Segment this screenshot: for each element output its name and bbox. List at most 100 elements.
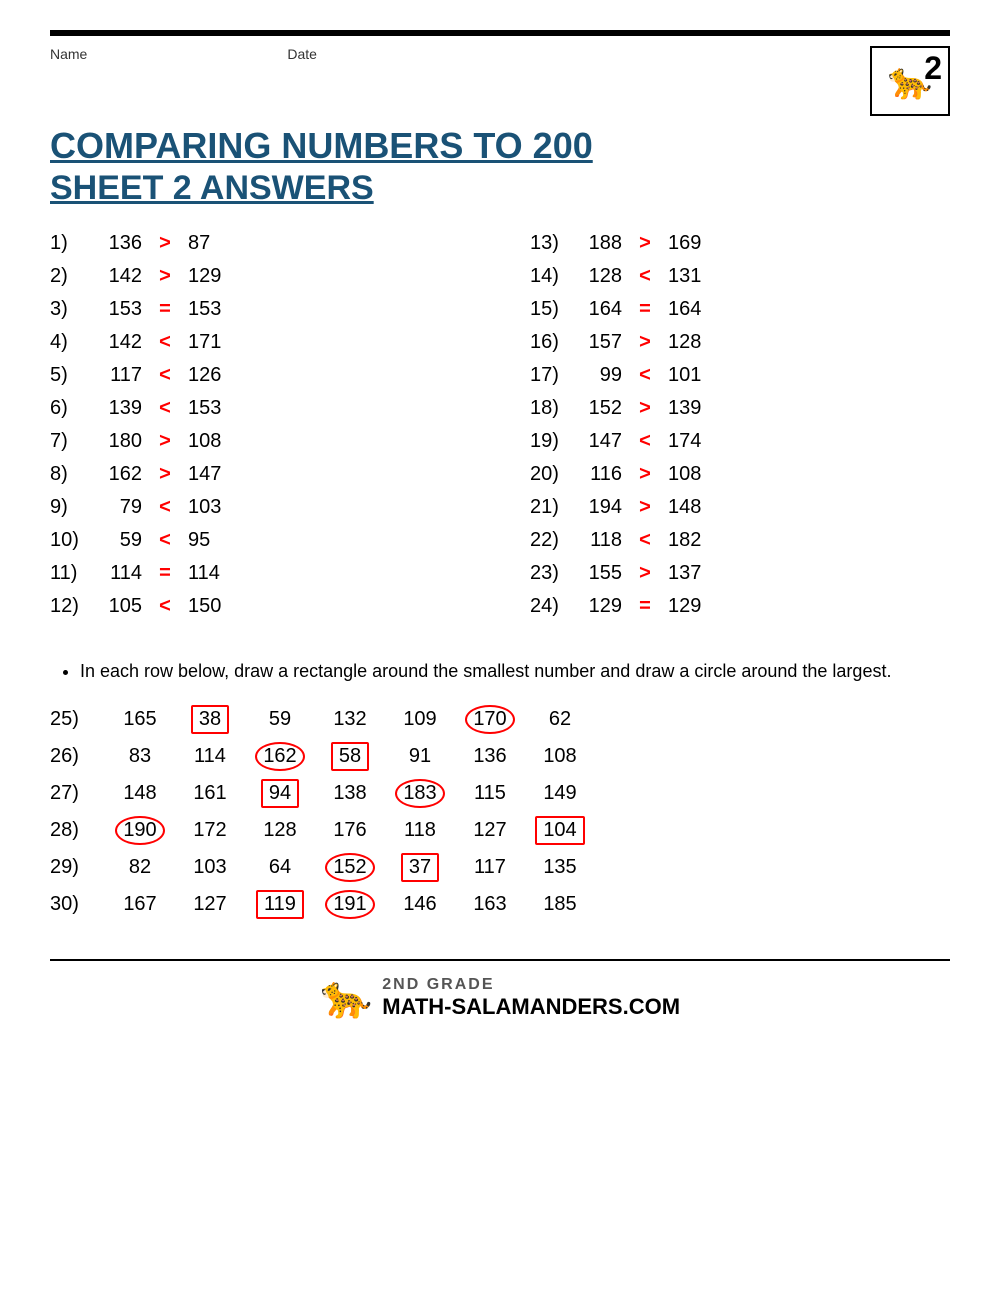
prob-val2: 153: [180, 298, 235, 321]
grid-cell: 163: [455, 893, 525, 916]
grid-cell: 165: [105, 708, 175, 731]
title-line1: COMPARING NUMBERS TO 200: [50, 124, 950, 167]
grid-cell: 148: [105, 782, 175, 805]
prob-val1: 128: [575, 265, 630, 288]
problem-row: 3) 153 = 153: [50, 298, 470, 321]
prob-op: >: [630, 331, 660, 354]
prob-val2: 95: [180, 529, 235, 552]
problem-row: 1) 136 > 87: [50, 232, 470, 255]
date-label: Date: [287, 46, 317, 62]
prob-val2: 129: [660, 595, 715, 618]
name-label: Name: [50, 46, 87, 62]
prob-val1: 142: [95, 265, 150, 288]
prob-val2: 153: [180, 397, 235, 420]
grid-cell: 132: [315, 708, 385, 731]
grid-row: 27)14816194138183115149: [50, 779, 950, 808]
prob-op: =: [630, 595, 660, 618]
prob-val1: 142: [95, 331, 150, 354]
prob-op: <: [630, 430, 660, 453]
prob-num: 17): [530, 364, 575, 387]
prob-val1: 153: [95, 298, 150, 321]
problem-row: 22) 118 < 182: [530, 529, 950, 552]
grid-cell: 118: [385, 819, 455, 842]
problem-row: 7) 180 > 108: [50, 430, 470, 453]
problem-row: 5) 117 < 126: [50, 364, 470, 387]
grid-cell: 152: [315, 853, 385, 882]
problem-row: 18) 152 > 139: [530, 397, 950, 420]
prob-val1: 139: [95, 397, 150, 420]
grid-cell: 138: [315, 782, 385, 805]
prob-num: 23): [530, 562, 575, 585]
prob-val1: 118: [575, 529, 630, 552]
problem-row: 14) 128 < 131: [530, 265, 950, 288]
problem-row: 24) 129 = 129: [530, 595, 950, 618]
grid-cell: 176: [315, 819, 385, 842]
grid-cell: 167: [105, 893, 175, 916]
prob-val2: 150: [180, 595, 235, 618]
grid-cell: 162: [245, 742, 315, 771]
footer-animal: 🐆: [320, 973, 372, 1022]
header: Name Date 🐆 2: [50, 46, 950, 116]
problem-row: 8) 162 > 147: [50, 463, 470, 486]
problem-row: 17) 99 < 101: [530, 364, 950, 387]
left-problems-col: 1) 136 > 87 2) 142 > 129 3) 153 = 153 4)…: [50, 232, 470, 628]
prob-num: 16): [530, 331, 575, 354]
prob-num: 10): [50, 529, 95, 552]
grid-row-num: 29): [50, 856, 105, 879]
top-border: [50, 30, 950, 36]
problem-row: 16) 157 > 128: [530, 331, 950, 354]
grid-row: 29)821036415237117135: [50, 853, 950, 882]
footer-site-text: ATH-SALAMANDERS.COM: [401, 994, 680, 1019]
prob-op: >: [150, 265, 180, 288]
grid-cell: 172: [175, 819, 245, 842]
prob-op: >: [630, 397, 660, 420]
prob-num: 6): [50, 397, 95, 420]
prob-val2: 148: [660, 496, 715, 519]
grid-row-num: 30): [50, 893, 105, 916]
prob-num: 20): [530, 463, 575, 486]
instruction-text: In each row below, draw a rectangle arou…: [80, 661, 891, 681]
prob-num: 1): [50, 232, 95, 255]
problems-section: 1) 136 > 87 2) 142 > 129 3) 153 = 153 4)…: [50, 232, 950, 628]
prob-num: 12): [50, 595, 95, 618]
problem-row: 12) 105 < 150: [50, 595, 470, 618]
grid-row: 25)165385913210917062: [50, 705, 950, 734]
grid-row-num: 26): [50, 745, 105, 768]
prob-val2: 171: [180, 331, 235, 354]
prob-op: <: [630, 529, 660, 552]
grid-row-num: 28): [50, 819, 105, 842]
prob-op: >: [630, 463, 660, 486]
prob-val2: 169: [660, 232, 715, 255]
grid-cell: 83: [105, 745, 175, 768]
prob-val2: 139: [660, 397, 715, 420]
prob-val2: 147: [180, 463, 235, 486]
prob-op: <: [150, 595, 180, 618]
prob-val1: 105: [95, 595, 150, 618]
prob-val1: 114: [95, 562, 150, 585]
logo-number: 2: [924, 50, 942, 87]
prob-op: <: [150, 496, 180, 519]
logo-box: 🐆 2: [870, 46, 950, 116]
prob-val2: 131: [660, 265, 715, 288]
grid-cell: 119: [245, 890, 315, 919]
prob-op: <: [150, 397, 180, 420]
grid-cell: 59: [245, 708, 315, 731]
right-problems-col: 13) 188 > 169 14) 128 < 131 15) 164 = 16…: [530, 232, 950, 628]
prob-num: 5): [50, 364, 95, 387]
prob-op: <: [630, 364, 660, 387]
prob-op: >: [630, 232, 660, 255]
prob-op: >: [150, 463, 180, 486]
prob-val1: 147: [575, 430, 630, 453]
prob-val2: 87: [180, 232, 235, 255]
prob-op: =: [150, 298, 180, 321]
grid-row-num: 27): [50, 782, 105, 805]
grid-cell: 146: [385, 893, 455, 916]
prob-op: >: [630, 496, 660, 519]
prob-op: <: [150, 364, 180, 387]
grid-cell: 127: [455, 819, 525, 842]
prob-num: 4): [50, 331, 95, 354]
prob-val1: 117: [95, 364, 150, 387]
prob-num: 14): [530, 265, 575, 288]
grid-cell: 136: [455, 745, 525, 768]
grid-cell: 37: [385, 853, 455, 882]
